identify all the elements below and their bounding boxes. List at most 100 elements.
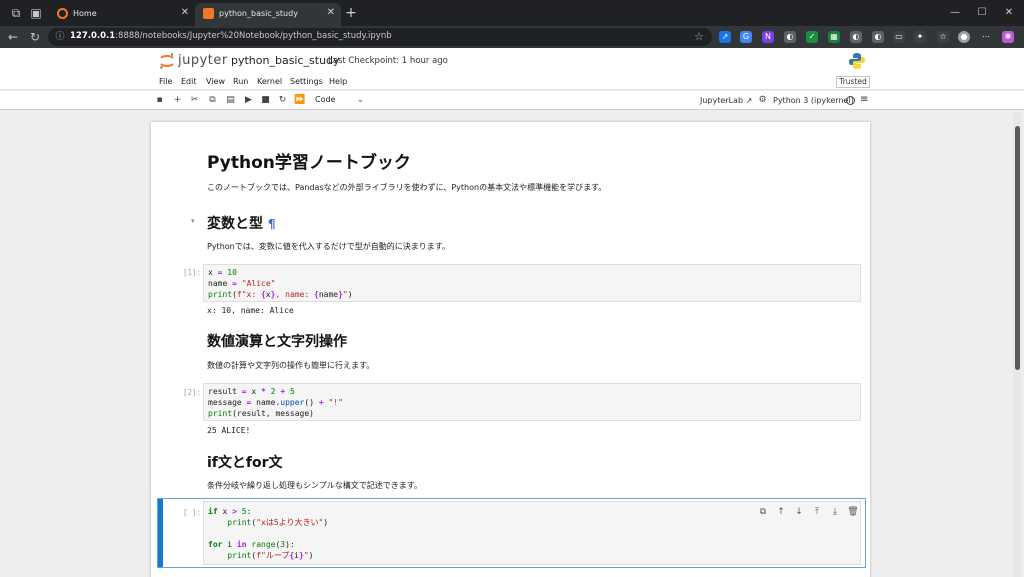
cell-type-select[interactable]: Code — [315, 95, 335, 104]
notebook-title: Python学習ノートブック — [207, 153, 411, 173]
sheets-extension-icon[interactable]: ▦ — [828, 31, 840, 43]
menu-run[interactable]: Run — [233, 77, 248, 86]
address-bar-row: ← ↻ ⓘ 127.0.0.1:8888/notebooks/Jupyter%2… — [0, 26, 1024, 48]
section-heading-variables: 変数と型 ¶ — [207, 216, 276, 232]
restart-icon[interactable]: ↻ — [277, 95, 288, 106]
code-cell-2[interactable]: result = x * 2 + 5 message = name.upper(… — [203, 383, 861, 421]
hamburger-menu-icon[interactable]: ≡ — [860, 94, 868, 105]
anchor-link-icon[interactable]: ¶ — [268, 217, 276, 231]
notes-extension-icon[interactable]: N — [762, 31, 774, 43]
check-extension-icon[interactable]: ✓ — [806, 31, 818, 43]
browser-tab-strip: ⧉ ▣ Home ✕ python_basic_study ✕ + — ☐ ✕ — [0, 0, 1024, 26]
tab-actions-icon[interactable]: ▣ — [28, 5, 44, 21]
code-line: print(f"x: {x}, name: {name}") — [208, 290, 353, 299]
section-heading-operations: 数値演算と文字列操作 — [207, 334, 347, 350]
close-window-icon[interactable]: ✕ — [999, 4, 1019, 22]
chevron-down-icon[interactable]: ⌄ — [357, 95, 364, 104]
menu-kernel[interactable]: Kernel — [257, 77, 282, 86]
profile-avatar-icon[interactable]: ● — [958, 31, 970, 43]
cell-output: x: 10, name: Alice — [207, 306, 294, 315]
menu-bar: File Edit View Run Kernel Settings Help … — [0, 74, 1024, 90]
section-text: 条件分岐や繰り返し処理もシンプルな構文で記述できます。 — [207, 481, 422, 490]
section-text: 数値の計算や文字列の操作も簡単に行えます。 — [207, 361, 375, 370]
stop-icon[interactable]: ■ — [260, 95, 271, 106]
menu-view[interactable]: View — [206, 77, 225, 86]
jupyter-logo-icon[interactable] — [158, 52, 176, 70]
move-down-icon[interactable]: ↓ — [793, 506, 805, 518]
cell-prompt: [ ]: — [182, 508, 201, 517]
move-up-icon[interactable]: ↑ — [775, 506, 787, 518]
menu-help[interactable]: Help — [329, 77, 347, 86]
menu-edit[interactable]: Edit — [181, 77, 197, 86]
favorite-star-icon[interactable]: ☆ — [694, 30, 704, 43]
gear-icon[interactable]: ⚙ — [757, 95, 768, 106]
insert-above-icon[interactable]: ⤒ — [811, 506, 823, 518]
intro-text: このノートブックでは、Pandasなどの外部ライブラリを使わずに、Pythonの… — [207, 183, 607, 192]
extension-icon[interactable]: ◐ — [784, 31, 796, 43]
favorites-icon[interactable]: ☆ — [937, 31, 949, 43]
scrollbar-thumb[interactable] — [1015, 126, 1020, 370]
notebook-name[interactable]: python_basic_study — [231, 54, 340, 67]
fast-forward-icon[interactable]: ⏩ — [294, 95, 305, 106]
notebook-panel: Python学習ノートブック このノートブックでは、Pandasなどの外部ライブ… — [151, 122, 870, 577]
copy-icon[interactable]: ⧉ — [207, 95, 218, 106]
code-line: message = name.upper() + "!" — [208, 398, 343, 407]
code-line: x = 10 — [208, 268, 237, 277]
browser-tab-notebook[interactable]: python_basic_study ✕ — [195, 3, 341, 26]
site-info-icon[interactable]: ⓘ — [54, 31, 66, 43]
tab-title: python_basic_study — [219, 9, 298, 18]
code-line: print(f"ループ{i}") — [227, 551, 314, 560]
collapse-section-icon[interactable]: ▾ — [191, 217, 195, 225]
menu-settings[interactable]: Settings — [290, 77, 323, 86]
close-tab-icon[interactable]: ✕ — [327, 7, 335, 18]
section-heading-control-flow: if文とfor文 — [207, 455, 283, 471]
notebook-toolbar: ▪ + ✂ ⧉ ▤ ▶ ■ ↻ ⏩ Code ⌄ JupyterLab ↗ ⚙ … — [0, 91, 1024, 110]
paste-icon[interactable]: ▤ — [225, 95, 236, 106]
menu-file[interactable]: File — [159, 77, 172, 86]
save-icon[interactable]: ▪ — [154, 95, 165, 106]
external-link-icon: ↗ — [745, 96, 753, 105]
python-logo-icon — [849, 53, 865, 69]
minimize-icon[interactable]: — — [945, 4, 965, 22]
copilot-icon[interactable]: ✺ — [1002, 31, 1014, 43]
more-menu-icon[interactable]: ⋯ — [980, 31, 992, 43]
code-line: print(result, message) — [208, 409, 314, 418]
code-line: result = x * 2 + 5 — [208, 387, 295, 396]
back-icon[interactable]: ← — [5, 29, 21, 45]
add-cell-icon[interactable]: + — [172, 95, 183, 106]
code-cell-1[interactable]: x = 10 name = "Alice" print(f"x: {x}, na… — [203, 264, 861, 302]
translate-extension-icon[interactable]: G — [740, 31, 752, 43]
duplicate-cell-icon[interactable]: ⧉ — [757, 506, 769, 518]
code-line: for i in range(3): — [208, 540, 295, 549]
workspaces-icon[interactable]: ⧉ — [8, 5, 24, 21]
jupyter-header: jupyter python_basic_study Last Checkpoi… — [0, 48, 1024, 74]
tab-title: Home — [73, 9, 97, 18]
reload-icon[interactable]: ↻ — [27, 29, 43, 45]
trusted-indicator[interactable]: Trusted — [836, 76, 870, 88]
last-checkpoint: Last Checkpoint: 1 hour ago — [328, 56, 448, 66]
url-text[interactable]: 127.0.0.1:8888/notebooks/Jupyter%20Noteb… — [70, 31, 392, 41]
puzzle-extensions-icon[interactable]: ✦ — [914, 31, 926, 43]
cell-prompt: [1]: — [182, 268, 201, 277]
maximize-icon[interactable]: ☐ — [972, 4, 992, 22]
notebook-favicon-icon — [203, 8, 214, 19]
insert-below-icon[interactable]: ⤓ — [829, 506, 841, 518]
address-bar[interactable]: ⓘ 127.0.0.1:8888/notebooks/Jupyter%20Not… — [48, 28, 712, 46]
delete-cell-icon[interactable]: 🗑 — [847, 506, 859, 518]
section-text: Pythonでは、変数に値を代入するだけで型が自動的に決まります。 — [207, 242, 450, 251]
run-icon[interactable]: ▶ — [243, 95, 254, 106]
share-extension-icon[interactable]: ↗ — [719, 31, 731, 43]
extension-icon[interactable]: ◐ — [872, 31, 884, 43]
screenshot-extension-icon[interactable]: ▭ — [893, 31, 905, 43]
jupyterlab-link[interactable]: JupyterLab ↗ — [700, 96, 752, 105]
cut-icon[interactable]: ✂ — [189, 95, 200, 106]
new-tab-icon[interactable]: + — [343, 5, 359, 21]
kernel-status-icon — [846, 96, 855, 105]
browser-tab-home[interactable]: Home ✕ — [49, 3, 195, 26]
cell-output: 25 ALICE! — [207, 426, 251, 435]
close-tab-icon[interactable]: ✕ — [181, 7, 189, 18]
active-cell-indicator — [158, 499, 163, 567]
extension-icon[interactable]: ◐ — [850, 31, 862, 43]
kernel-name[interactable]: Python 3 (ipykernel) — [773, 96, 854, 105]
